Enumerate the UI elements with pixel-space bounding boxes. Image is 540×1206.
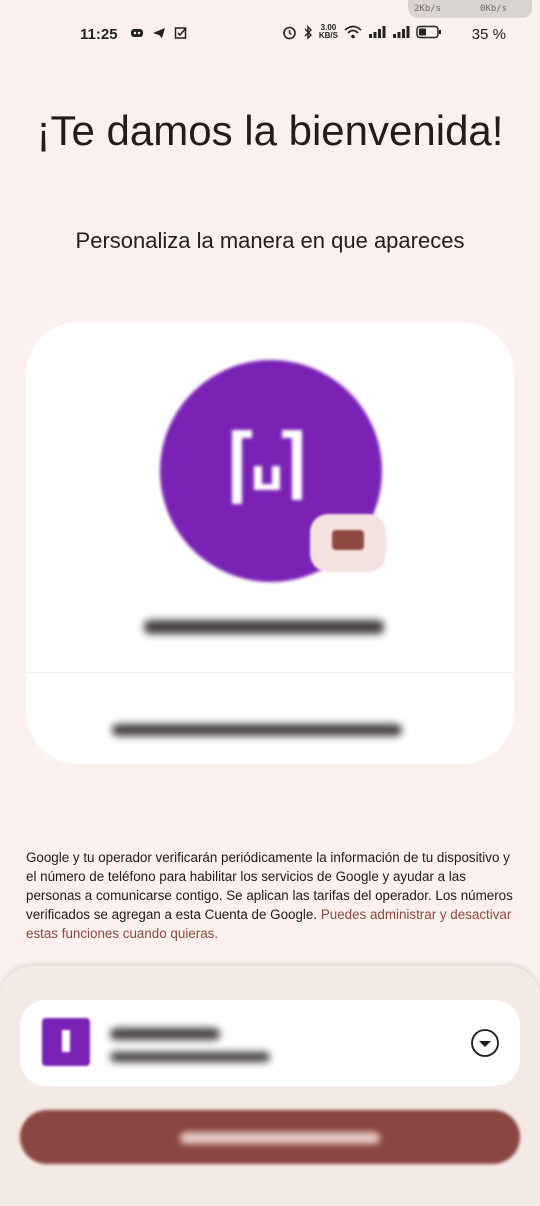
bluetooth-icon [304, 24, 312, 40]
continue-button-label-redacted [180, 1132, 380, 1144]
battery-icon [416, 25, 441, 39]
net-speed-unit: KB/S [318, 31, 338, 40]
signal-icon [393, 26, 410, 38]
network-speed-pill: 2Kb/s 0Kb/s [408, 0, 532, 18]
disclaimer: Google y tu operador verificarán periódi… [26, 848, 516, 943]
battery-percent: 35 % [471, 26, 506, 43]
monogram-icon [232, 430, 302, 504]
status-bar: 2Kb/s 0Kb/s 11:25 3.00 KB/S 35 % [0, 0, 540, 70]
divider [26, 672, 514, 673]
wifi-icon [344, 25, 362, 39]
upload-speed: 2Kb/s [414, 4, 442, 14]
account-name-redacted [110, 1028, 220, 1040]
net-speed: 3.00 KB/S [319, 24, 338, 40]
profile-name-redacted [144, 620, 384, 634]
check-box-icon [174, 27, 187, 39]
clock: 11:25 [80, 26, 118, 43]
account-email-redacted [110, 1052, 270, 1062]
bottom-sheet [0, 966, 540, 1206]
profile-card [26, 322, 514, 764]
system-icons: 3.00 KB/S [282, 24, 442, 40]
signal-icon [369, 26, 386, 38]
telegram-icon [153, 28, 165, 38]
profile-phone-redacted [112, 724, 402, 736]
alarm-icon [283, 26, 296, 39]
download-speed: 0Kb/s [480, 4, 508, 14]
chevron-down-icon[interactable] [470, 1028, 500, 1058]
page-title: ¡Te damos la bienvenida! [36, 107, 504, 154]
edit-photo-badge-icon[interactable] [310, 514, 386, 572]
notification-icons [130, 26, 188, 40]
page-subtitle: Personaliza la manera en que apareces [75, 228, 465, 253]
account-selector[interactable] [20, 1000, 520, 1086]
continue-button[interactable] [20, 1110, 520, 1164]
discord-icon [131, 29, 143, 37]
account-avatar [42, 1018, 90, 1066]
